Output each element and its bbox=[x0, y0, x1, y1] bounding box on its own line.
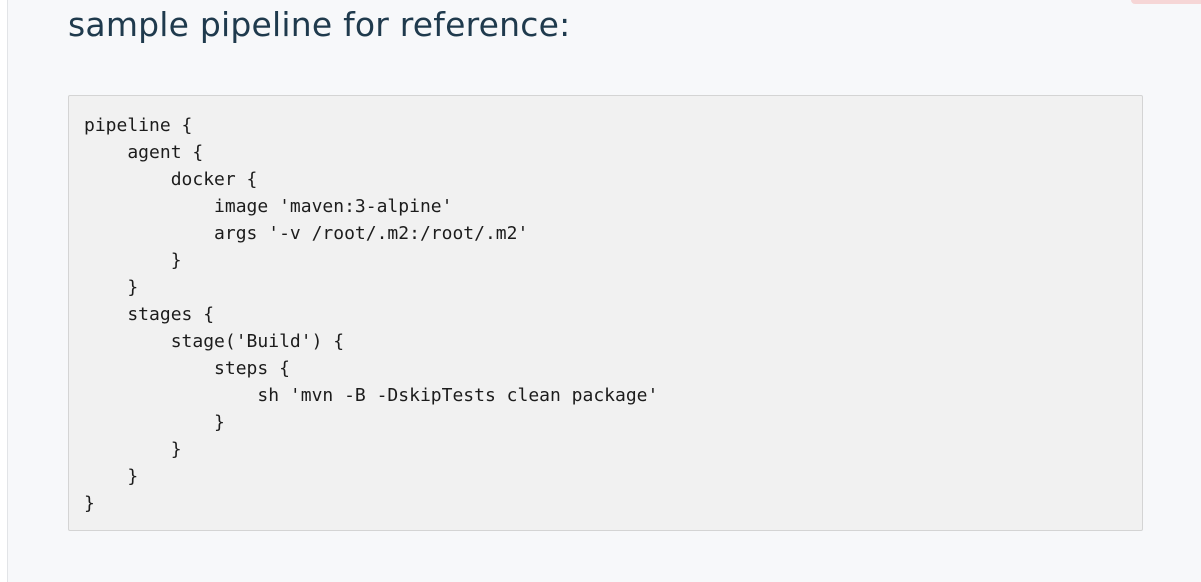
code-line: args '-v /root/.m2:/root/.m2' bbox=[84, 223, 529, 244]
code-line: } bbox=[84, 250, 182, 271]
code-line: pipeline { bbox=[84, 115, 193, 136]
section-heading: sample pipeline for reference: bbox=[68, 5, 571, 44]
code-content: pipeline { agent { docker { image 'maven… bbox=[84, 112, 658, 517]
code-line: } bbox=[84, 493, 95, 514]
corner-accent bbox=[1131, 0, 1201, 4]
page-content: sample pipeline for reference: pipeline … bbox=[7, 0, 1201, 582]
code-line: agent { bbox=[84, 142, 204, 163]
code-line: stages { bbox=[84, 304, 215, 325]
code-line: } bbox=[84, 277, 139, 298]
code-line: } bbox=[84, 412, 225, 433]
code-block: pipeline { agent { docker { image 'maven… bbox=[68, 95, 1143, 531]
code-line: steps { bbox=[84, 358, 290, 379]
code-line: } bbox=[84, 439, 182, 460]
code-line: stage('Build') { bbox=[84, 331, 345, 352]
code-line: image 'maven:3-alpine' bbox=[84, 196, 453, 217]
code-line: sh 'mvn -B -DskipTests clean package' bbox=[84, 385, 659, 406]
code-line: docker { bbox=[84, 169, 258, 190]
code-line: } bbox=[84, 466, 139, 487]
